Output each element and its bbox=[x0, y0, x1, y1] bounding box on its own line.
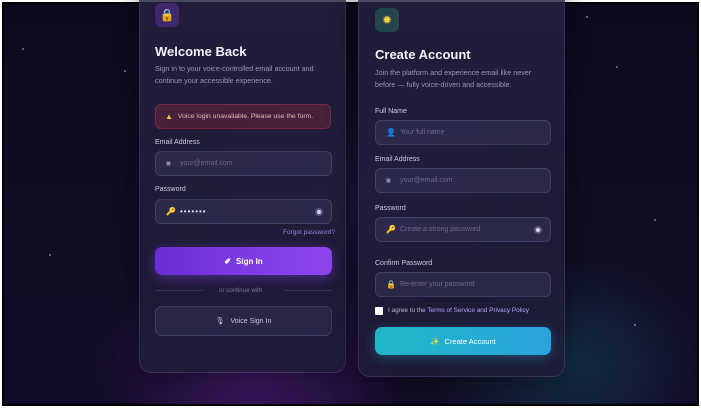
terms-text: I agree to the Terms of Service and Priv… bbox=[388, 307, 529, 314]
voice-sign-in-button[interactable]: 🎙 Voice Sign In bbox=[155, 306, 332, 336]
sparkle-glyph: ✹ bbox=[381, 13, 393, 27]
password-placeholder: Create a strong password bbox=[400, 226, 481, 233]
signin-subtitle-line: Sign in to your voice-controlled email a… bbox=[155, 64, 314, 73]
pen-icon: ✐ bbox=[224, 256, 232, 266]
password-label: Password bbox=[155, 186, 186, 193]
star-decoration bbox=[49, 254, 51, 256]
signup-subtitle: Join the platform and experience email l… bbox=[375, 67, 531, 91]
email-label: Email Address bbox=[375, 156, 420, 163]
show-password-eye-icon[interactable] bbox=[315, 208, 323, 216]
divider-line bbox=[284, 290, 332, 291]
signup-title: Create Account bbox=[375, 47, 471, 62]
lock-icon: 🔒 bbox=[386, 280, 396, 289]
email-label: Email Address bbox=[155, 139, 200, 146]
signin-subtitle: Sign in to your voice-controlled email a… bbox=[155, 63, 314, 87]
star-decoration bbox=[654, 219, 656, 221]
warning-icon: ▲ bbox=[165, 112, 173, 121]
full-name-label: Full Name bbox=[375, 108, 407, 115]
full-name-field[interactable]: 👤 Your full name bbox=[375, 120, 551, 145]
password-label: Password bbox=[375, 205, 406, 212]
email-icon: ■ bbox=[166, 159, 171, 168]
show-password-eye-icon[interactable] bbox=[534, 226, 542, 234]
forgot-password-link[interactable]: Forgot password? bbox=[283, 229, 335, 236]
password-value: ••••••• bbox=[180, 207, 207, 216]
key-icon: 🔑 bbox=[166, 207, 176, 216]
signup-email-field[interactable]: ■ your@email.com bbox=[375, 168, 551, 193]
sign-in-button[interactable]: ✐ Sign In bbox=[155, 247, 332, 275]
star-decoration bbox=[616, 66, 618, 68]
confirm-password-label: Confirm Password bbox=[375, 260, 433, 267]
lock-icon: 🔒 bbox=[155, 3, 179, 27]
terms-prefix: I agree to the bbox=[388, 307, 426, 314]
signin-subtitle-line: continue your accessible experience. bbox=[155, 76, 273, 85]
create-account-label: Create Account bbox=[444, 336, 496, 346]
signup-subtitle-line: before — fully voice-driven and accessib… bbox=[375, 80, 512, 89]
star-decoration bbox=[634, 324, 636, 326]
voice-login-alert: ▲ Voice login unavailable. Please use th… bbox=[155, 104, 331, 129]
terms-checkbox[interactable] bbox=[375, 307, 383, 315]
sparkle-icon: ✹ bbox=[375, 8, 399, 32]
divider-line bbox=[155, 290, 203, 291]
email-placeholder: your@email.com bbox=[400, 177, 453, 184]
email-icon: ■ bbox=[386, 176, 391, 185]
star-decoration bbox=[586, 16, 588, 18]
confirm-password-placeholder: Re-enter your password bbox=[400, 281, 475, 288]
microphone-icon: 🎙 bbox=[215, 318, 225, 325]
signin-email-field[interactable]: ■ your@email.com bbox=[155, 151, 332, 176]
sign-in-label: Sign In bbox=[236, 256, 263, 266]
signup-password-field[interactable]: 🔑 Create a strong password bbox=[375, 217, 551, 242]
star-decoration bbox=[124, 70, 126, 72]
terms-link[interactable]: Terms of Service and Privacy Policy bbox=[427, 307, 529, 314]
email-placeholder: your@email.com bbox=[180, 160, 233, 167]
signin-password-field[interactable]: 🔑 ••••••• bbox=[155, 199, 332, 224]
signup-subtitle-line: Join the platform and experience email l… bbox=[375, 68, 532, 77]
key-icon: 🔑 bbox=[386, 225, 396, 234]
signin-title: Welcome Back bbox=[155, 44, 247, 59]
create-account-button[interactable]: ✨ Create Account bbox=[375, 327, 551, 355]
sparkle-icon: ✨ bbox=[430, 336, 440, 346]
lock-glyph: 🔒 bbox=[159, 8, 175, 22]
confirm-password-field[interactable]: 🔒 Re-enter your password bbox=[375, 272, 551, 297]
alert-text: Voice login unavailable. Please use the … bbox=[177, 113, 314, 120]
voice-sign-in-label: Voice Sign In bbox=[230, 317, 272, 325]
star-decoration bbox=[22, 48, 24, 50]
user-icon: 👤 bbox=[386, 128, 396, 137]
divider-text: or continue with bbox=[219, 287, 263, 294]
page-background bbox=[2, 2, 699, 406]
full-name-placeholder: Your full name bbox=[400, 129, 445, 136]
